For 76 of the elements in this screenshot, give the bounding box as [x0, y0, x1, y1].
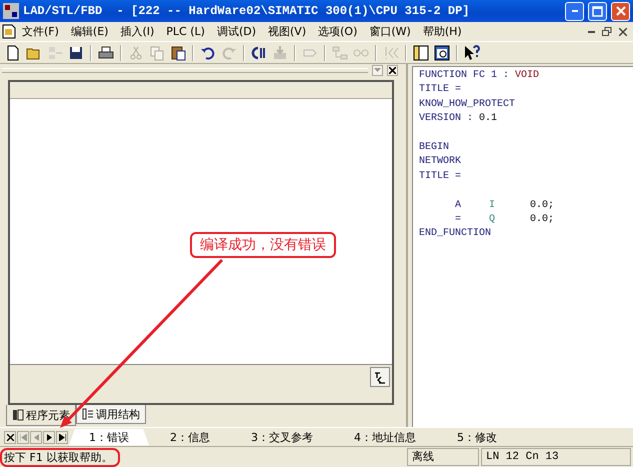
close-button[interactable]: [4, 430, 16, 444]
code-line: = Q 0.0;: [454, 212, 554, 227]
printer-icon: [98, 44, 114, 60]
maximize-button[interactable]: [588, 2, 607, 20]
redo-icon: [221, 44, 237, 60]
minimize-button[interactable]: [565, 2, 584, 20]
code-line: TITLE =: [419, 170, 462, 184]
status-mode: 离线: [407, 448, 479, 466]
minimize-icon: [588, 30, 594, 32]
toolbar-button[interactable]: [432, 42, 452, 62]
close-icon: [619, 28, 627, 36]
close-icon: [616, 6, 626, 16]
close-button[interactable]: [387, 64, 398, 76]
menu-item[interactable]: 选项(O): [312, 24, 364, 39]
download-icon: [272, 44, 288, 60]
app-icon: [3, 3, 19, 19]
compile-icon: [251, 44, 267, 60]
code-line: BEGIN: [419, 140, 450, 155]
next-button[interactable]: [43, 430, 55, 444]
detail-tab[interactable]: 1：错误: [69, 428, 149, 446]
help-pointer-icon: [464, 44, 480, 60]
panel-tab[interactable]: 调用结构: [76, 405, 146, 424]
caret-icon: [374, 68, 381, 72]
menu-item[interactable]: PLC (L): [160, 25, 211, 38]
annotation-callout: 编译成功，没有错误: [190, 232, 336, 258]
dropdown-button[interactable]: [372, 64, 383, 76]
preview-icon: [434, 44, 450, 60]
insert-icon: [373, 370, 387, 384]
close-icon: [6, 434, 14, 440]
save-icon: [68, 44, 84, 60]
detail-tab[interactable]: 2：信息: [150, 428, 230, 446]
undo-icon: [200, 44, 216, 60]
copy-icon: [149, 44, 165, 60]
book-icon: [12, 409, 24, 421]
toolbar-button[interactable]: [462, 42, 482, 62]
panel-icon: [413, 44, 429, 60]
detail-tab[interactable]: 5：修改: [437, 428, 517, 446]
menu-item[interactable]: 编辑(E): [64, 24, 114, 39]
insert-button[interactable]: [370, 367, 390, 387]
scissors-icon: [128, 44, 144, 60]
list-icon: [82, 408, 94, 420]
code-line: NETWORK: [419, 155, 462, 170]
maximize-icon: [592, 6, 603, 16]
clipboard-icon: [170, 44, 186, 60]
jump-icon: [383, 44, 399, 60]
document-icon: [2, 24, 16, 39]
code-line: FUNCTION FC 1 : VOID: [419, 69, 540, 83]
network-icon: [332, 44, 348, 60]
new-file-icon: [5, 44, 21, 60]
menu-item[interactable]: 文件(F): [16, 24, 65, 39]
next-icon: [46, 434, 52, 440]
code-line: END_FUNCTION: [419, 227, 492, 242]
detail-tab[interactable]: 3：交叉参考: [231, 428, 333, 446]
glasses-icon: [353, 48, 369, 56]
last-icon: [58, 434, 66, 440]
previous-icon: [32, 434, 40, 440]
status-position: LN 12 Cn 13: [481, 448, 631, 466]
window-title: LAD/STL/FBD - [222 -- HardWare02\SIMATIC 300(1)\CPU 315-2 DP]: [23, 4, 470, 18]
minimize-icon: [572, 10, 578, 12]
menu-item[interactable]: 帮助(H): [416, 24, 468, 39]
menu-item[interactable]: 插入(I): [114, 24, 160, 39]
menu-item[interactable]: 窗口(W): [363, 24, 417, 39]
first-icon: [20, 434, 26, 440]
network-icon: [47, 44, 63, 60]
code-line: TITLE =: [419, 83, 462, 98]
status-hint: 按下 F1 以获取帮助。: [0, 448, 120, 466]
code-editor[interactable]: FUNCTION FC 1 : VOID TITLE = KNOW_HOW_PROTECT VERSION : 0.1 BEGIN NETWORK TITLE = A I 0.0; = Q 0.0; END_FUNCTION: [412, 66, 633, 427]
code-line: A I 0.0;: [454, 198, 554, 213]
code-line: KNOW_HOW_PROTECT: [419, 98, 516, 112]
close-icon: [389, 66, 396, 74]
code-line: VERSION : 0.1: [419, 112, 498, 126]
menu-item[interactable]: 视图(V): [262, 24, 312, 39]
restore-icon: [602, 26, 612, 36]
last-button[interactable]: [56, 430, 68, 444]
menu-item[interactable]: 调试(D): [210, 24, 262, 39]
detail-tab[interactable]: 4：地址信息: [334, 428, 436, 446]
